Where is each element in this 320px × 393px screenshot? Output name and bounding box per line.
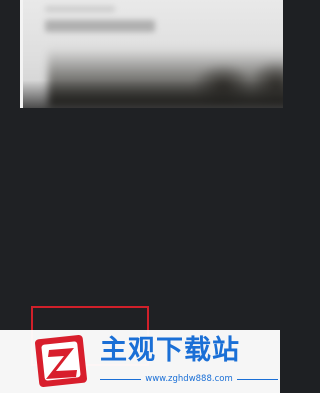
divider-left [100, 378, 142, 380]
thumbnail-shade [23, 80, 283, 108]
video-thumbnail[interactable] [20, 0, 283, 108]
site-logo-icon [35, 335, 87, 387]
site-url: www.zghdw888.com [145, 374, 233, 384]
app-screen: 主观下载站 www.zghdw888.com [0, 0, 283, 393]
site-url-row: www.zghdw888.com [100, 372, 279, 386]
brand-title: 主观下载站 [100, 335, 240, 366]
divider-right [236, 378, 279, 380]
blurred-caption [45, 20, 155, 32]
blurred-caption-top [45, 6, 115, 12]
